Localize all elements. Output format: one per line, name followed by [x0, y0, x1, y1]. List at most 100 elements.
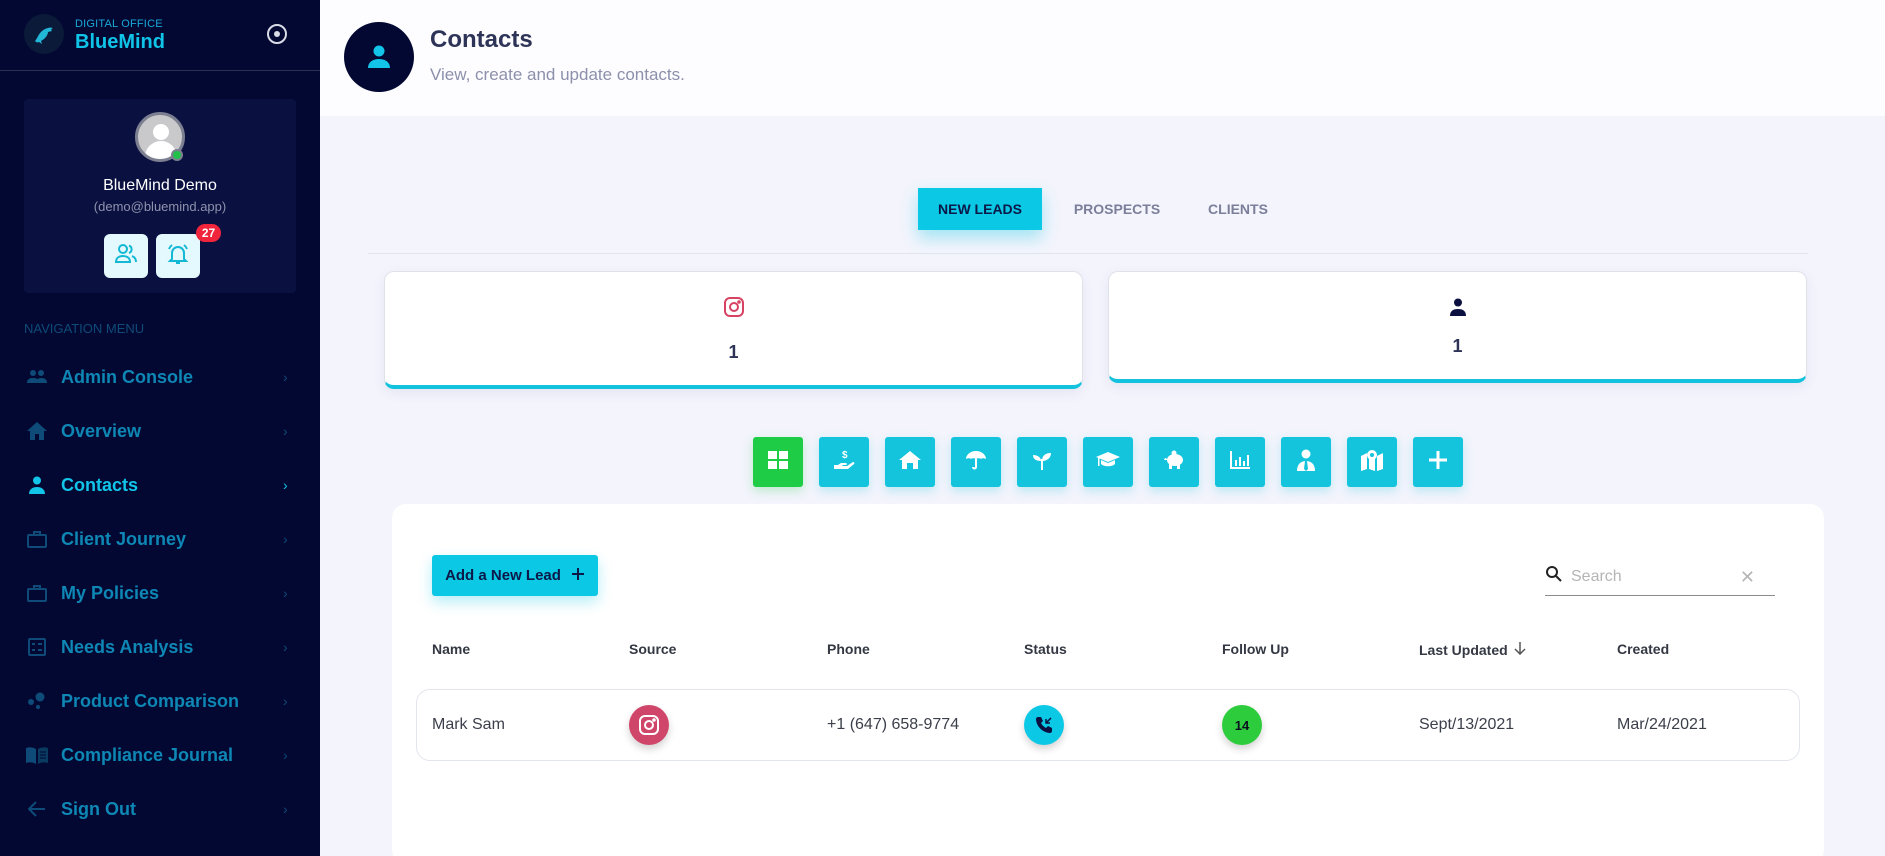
bell-ringing-icon	[166, 242, 190, 271]
admin-users-icon	[26, 366, 48, 388]
category-investments-button[interactable]	[1215, 437, 1265, 487]
svg-text:$: $	[842, 450, 848, 461]
phone-incoming-icon[interactable]	[1024, 705, 1064, 745]
chevron-right-icon: ›	[283, 477, 288, 493]
brand-title: BlueMind	[75, 31, 165, 53]
follow-up-badge[interactable]: 14	[1222, 705, 1262, 745]
chevron-right-icon: ›	[283, 747, 288, 763]
instagram-icon	[629, 705, 669, 745]
person-icon	[26, 474, 48, 496]
person-icon	[1109, 298, 1806, 316]
bubbles-icon	[26, 690, 48, 712]
tab-prospects[interactable]: PROSPECTS	[1062, 188, 1172, 230]
instagram-icon	[385, 297, 1082, 317]
notification-badge: 27	[196, 224, 221, 242]
sidebar-item-product-comparison[interactable]: Product Comparison ›	[0, 681, 320, 721]
nav-label: Product Comparison	[61, 690, 240, 711]
page-title: Contacts	[430, 26, 533, 53]
search-field: ✕	[1545, 558, 1775, 596]
add-new-lead-button[interactable]: Add a New Lead	[432, 555, 598, 596]
category-finance-button[interactable]: $	[819, 437, 869, 487]
nav-label: Needs Analysis	[61, 636, 194, 657]
cell-phone: +1 (647) 658-9774	[827, 716, 960, 733]
column-header-status[interactable]: Status	[1024, 641, 1067, 657]
nav-label: Overview	[61, 420, 142, 441]
hand-money-icon: $	[833, 449, 855, 476]
column-header-phone[interactable]: Phone	[827, 641, 870, 657]
sidebar-item-client-journey[interactable]: Client Journey ›	[0, 519, 320, 559]
profile-name: BlueMind Demo	[103, 177, 217, 194]
sprout-icon	[1032, 450, 1052, 475]
sidebar-item-sign-out[interactable]: Sign Out ›	[0, 789, 320, 829]
category-home-button[interactable]	[885, 437, 935, 487]
cell-name: Mark Sam	[432, 716, 505, 733]
chevron-right-icon: ›	[283, 639, 288, 655]
category-savings-button[interactable]	[1149, 437, 1199, 487]
column-header-last-updated[interactable]: Last Updated	[1419, 641, 1526, 658]
sidebar-item-overview[interactable]: Overview ›	[0, 411, 320, 451]
page-header: Contacts View, create and update contact…	[320, 0, 1885, 116]
category-growth-button[interactable]	[1017, 437, 1067, 487]
nav-label: Compliance Journal	[61, 744, 234, 765]
chevron-right-icon: ›	[283, 801, 288, 817]
sidebar-item-admin-console[interactable]: Admin Console ›	[0, 357, 320, 397]
tab-clients[interactable]: CLIENTS	[1194, 188, 1282, 230]
tab-new-leads[interactable]: NEW LEADS	[918, 188, 1042, 230]
sidebar-item-contacts[interactable]: Contacts ›	[0, 465, 320, 505]
nav-label: Contacts	[61, 474, 139, 495]
brand-subtitle: DIGITAL OFFICE	[75, 18, 163, 30]
contact-tabs: NEW LEADS PROSPECTS CLIENTS	[368, 188, 1808, 254]
nav-label: My Policies	[61, 582, 160, 603]
stat-card-person: 1	[1108, 271, 1807, 383]
cell-source	[629, 690, 669, 760]
grid-list-icon	[26, 636, 48, 658]
home-icon	[26, 420, 48, 442]
category-estate-button[interactable]	[1347, 437, 1397, 487]
sidebar-item-compliance-journal[interactable]: Compliance Journal ›	[0, 735, 320, 775]
users-icon	[114, 243, 138, 270]
stat-card-instagram: 1	[384, 271, 1083, 389]
search-input[interactable]	[1571, 567, 1741, 586]
nav-label: Client Journey	[61, 528, 187, 549]
online-status-dot	[171, 149, 183, 161]
plus-icon	[1428, 450, 1448, 475]
category-education-button[interactable]	[1083, 437, 1133, 487]
dolphin-logo-icon	[24, 14, 64, 54]
chevron-right-icon: ›	[283, 531, 288, 547]
category-all-button[interactable]	[753, 437, 803, 487]
contacts-header-icon	[344, 22, 414, 92]
category-business-button[interactable]	[1281, 437, 1331, 487]
clear-search-icon[interactable]: ✕	[1740, 567, 1755, 588]
businessman-icon	[1296, 449, 1316, 476]
column-header-follow-up[interactable]: Follow Up	[1222, 641, 1289, 657]
column-header-created[interactable]: Created	[1617, 641, 1669, 657]
sidebar-item-my-policies[interactable]: My Policies ›	[0, 573, 320, 613]
cell-follow-up: 14	[1222, 690, 1262, 760]
table-row[interactable]: Mark Sam +1 (647) 658-9774 14 Sept/13/20…	[416, 689, 1800, 761]
nav-heading: NAVIGATION MENU	[24, 321, 145, 336]
users-button[interactable]	[104, 234, 148, 278]
book-icon	[26, 744, 48, 766]
chevron-right-icon: ›	[283, 369, 288, 385]
profile-card: BlueMind Demo (demo@bluemind.app) 27	[24, 99, 296, 293]
column-header-source[interactable]: Source	[629, 641, 676, 657]
sort-arrow-down-icon	[1514, 641, 1526, 658]
cell-created: Mar/24/2021	[1617, 716, 1707, 733]
umbrella-icon	[965, 449, 987, 476]
column-header-name[interactable]: Name	[432, 641, 470, 657]
category-add-button[interactable]	[1413, 437, 1463, 487]
notifications-button[interactable]	[156, 234, 200, 278]
grid-icon	[768, 450, 788, 474]
sidebar-item-needs-analysis[interactable]: Needs Analysis ›	[0, 627, 320, 667]
home-icon	[899, 450, 921, 475]
sidebar: DIGITAL OFFICE BlueMind BlueMind Demo (d…	[0, 0, 320, 856]
briefcase-icon	[26, 582, 48, 604]
category-insurance-button[interactable]	[951, 437, 1001, 487]
cell-last-updated: Sept/13/2021	[1419, 716, 1515, 733]
profile-email: (demo@bluemind.app)	[93, 199, 227, 214]
arrow-left-icon	[26, 798, 48, 820]
map-pin-icon	[1360, 449, 1384, 476]
search-icon	[1545, 565, 1563, 588]
chevron-right-icon: ›	[283, 423, 288, 439]
sidebar-toggle-icon[interactable]	[267, 24, 287, 44]
